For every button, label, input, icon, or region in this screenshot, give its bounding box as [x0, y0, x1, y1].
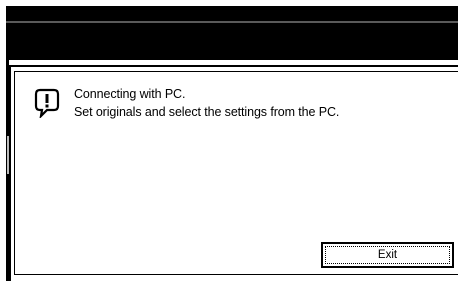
exit-button-label: Exit	[325, 246, 450, 264]
info-exclamation-icon	[34, 88, 60, 120]
message-line-2: Set originals and select the settings fr…	[74, 105, 340, 119]
exit-button[interactable]: Exit	[321, 242, 454, 268]
title-bar-separator	[6, 21, 458, 23]
message-line-1: Connecting with PC.	[74, 87, 186, 101]
title-bar	[6, 6, 458, 60]
dialog-message: Connecting with PC. Set originals and se…	[74, 85, 339, 121]
